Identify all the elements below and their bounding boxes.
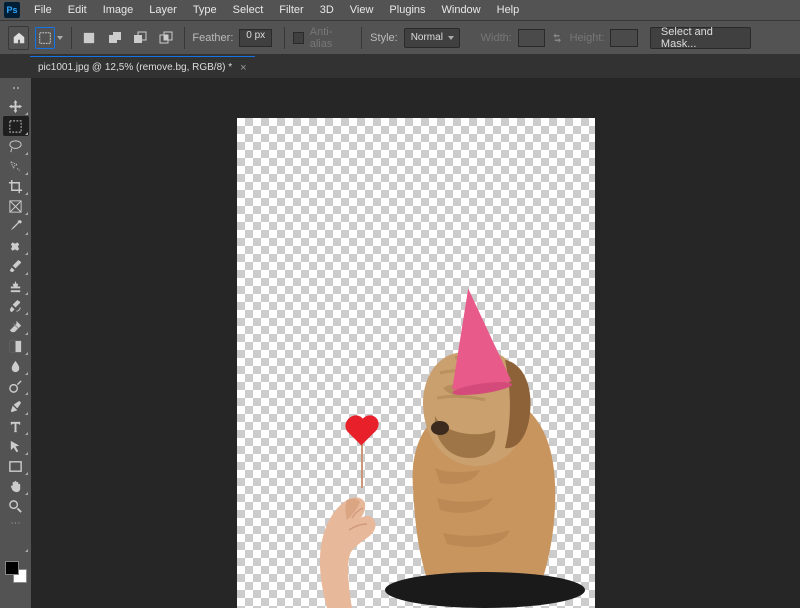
menu-help[interactable]: Help <box>489 2 528 18</box>
menu-select[interactable]: Select <box>225 2 272 18</box>
feather-label: Feather: <box>192 32 233 44</box>
tools-panel: ⋯ <box>0 78 31 608</box>
menu-view[interactable]: View <box>342 2 382 18</box>
select-and-mask-button[interactable]: Select and Mask... <box>650 27 751 49</box>
menu-bar: Ps File Edit Image Layer Type Select Fil… <box>0 0 800 20</box>
dodge-tool[interactable] <box>3 376 29 396</box>
quick-select-tool[interactable] <box>3 156 29 176</box>
color-swatches[interactable] <box>5 561 27 583</box>
home-button[interactable] <box>8 26 29 50</box>
hand-tool[interactable] <box>3 476 29 496</box>
swap-icon[interactable] <box>551 31 563 45</box>
lasso-tool[interactable] <box>3 136 29 156</box>
panel-grip-icon[interactable] <box>6 82 26 94</box>
menu-type[interactable]: Type <box>185 2 225 18</box>
path-select-tool[interactable] <box>3 436 29 456</box>
frame-tool[interactable] <box>3 196 29 216</box>
style-select[interactable]: Normal <box>404 28 460 48</box>
canvas-area <box>31 78 800 608</box>
move-tool[interactable] <box>3 96 29 116</box>
healing-tool[interactable] <box>3 236 29 256</box>
style-label: Style: <box>370 32 398 44</box>
foreground-color[interactable] <box>5 561 19 575</box>
edit-toolbar-icon[interactable]: ⋯ <box>11 518 21 529</box>
type-tool[interactable] <box>3 416 29 436</box>
document-tab-bar: pic1001.jpg @ 12,5% (remove.bg, RGB/8) *… <box>0 54 800 78</box>
blur-tool[interactable] <box>3 356 29 376</box>
rectangle-tool[interactable] <box>3 456 29 476</box>
antialias-checkbox <box>293 32 304 44</box>
brush-tool[interactable] <box>3 256 29 276</box>
pen-tool[interactable] <box>3 396 29 416</box>
menu-filter[interactable]: Filter <box>271 2 311 18</box>
image-party-hat <box>438 284 511 389</box>
marquee-tool[interactable] <box>3 116 29 136</box>
width-input <box>518 29 545 47</box>
selection-new-icon[interactable] <box>80 27 99 49</box>
height-label: Height: <box>570 32 605 44</box>
menu-window[interactable]: Window <box>434 2 489 18</box>
gradient-tool[interactable] <box>3 336 29 356</box>
selection-add-icon[interactable] <box>105 27 124 49</box>
options-bar: Feather: 0 px Anti-alias Style: Normal W… <box>0 20 800 54</box>
width-label: Width: <box>481 32 512 44</box>
menu-edit[interactable]: Edit <box>60 2 95 18</box>
selection-intersect-icon[interactable] <box>156 27 175 49</box>
antialias-label: Anti-alias <box>310 26 350 50</box>
document-tab-title: pic1001.jpg @ 12,5% (remove.bg, RGB/8) * <box>38 62 232 73</box>
document-canvas[interactable] <box>237 118 595 608</box>
clone-stamp-tool[interactable] <box>3 276 29 296</box>
toolbar-more-icon[interactable] <box>3 533 29 553</box>
height-input <box>610 29 637 47</box>
menu-3d[interactable]: 3D <box>312 2 342 18</box>
selection-subtract-icon[interactable] <box>131 27 150 49</box>
image-plate <box>385 572 585 608</box>
feather-input[interactable]: 0 px <box>239 29 272 47</box>
menu-layer[interactable]: Layer <box>141 2 185 18</box>
marquee-tool-preset[interactable] <box>35 27 54 49</box>
document-tab[interactable]: pic1001.jpg @ 12,5% (remove.bg, RGB/8) *… <box>30 56 255 78</box>
menu-plugins[interactable]: Plugins <box>381 2 433 18</box>
menu-image[interactable]: Image <box>95 2 142 18</box>
zoom-tool[interactable] <box>3 496 29 516</box>
crop-tool[interactable] <box>3 176 29 196</box>
photoshop-logo: Ps <box>4 2 20 18</box>
image-hand <box>297 458 382 608</box>
close-tab-icon[interactable]: × <box>240 62 246 74</box>
eraser-tool[interactable] <box>3 316 29 336</box>
eyedropper-tool[interactable] <box>3 216 29 236</box>
menu-file[interactable]: File <box>26 2 60 18</box>
history-brush-tool[interactable] <box>3 296 29 316</box>
